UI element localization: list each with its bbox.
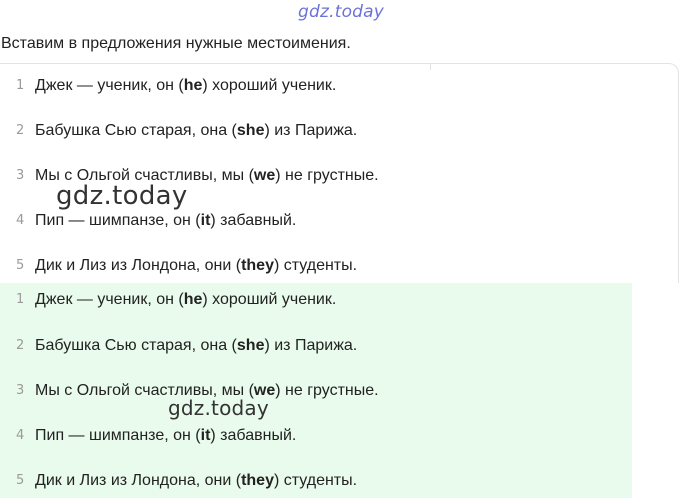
item-number: 4 [16, 428, 25, 443]
pronoun: they [241, 257, 274, 274]
watermark-large: gdz.today [56, 181, 188, 211]
item-number: 5 [16, 473, 25, 488]
item-text: Бабушка Сью старая, она (she) из Парижа. [35, 337, 358, 354]
item-number: 4 [16, 213, 25, 228]
item-text: Джек — ученик, он (he) хороший ученик. [35, 291, 337, 308]
pronoun: he [183, 291, 203, 308]
pronoun: they [241, 472, 274, 489]
item-text: Пип — шимпанзе, он (it) забавный. [35, 212, 297, 229]
item-number: 2 [16, 123, 25, 138]
pronoun: it [200, 427, 211, 444]
card-divider-tick [430, 64, 431, 70]
item-text: Дик и Лиз из Лондона, они (they) студент… [35, 472, 358, 489]
pronoun: we [253, 167, 276, 184]
item-text: Джек — ученик, он (he) хороший ученик. [35, 77, 337, 94]
watermark-medium: gdz.today [168, 396, 269, 420]
item-number: 2 [16, 338, 25, 353]
item-number: 1 [16, 78, 25, 93]
item-text: Дик и Лиз из Лондона, они (they) студент… [35, 257, 358, 274]
item-number: 3 [16, 383, 25, 398]
item-text: Бабушка Сью старая, она (she) из Парижа. [35, 122, 358, 139]
pronoun: she [236, 122, 265, 139]
item-number: 5 [16, 258, 25, 273]
pronoun: she [236, 337, 265, 354]
instruction-text: Вставим в предложения нужные местоимения… [1, 35, 351, 52]
top-watermark: gdz.today [298, 2, 385, 22]
item-number: 1 [16, 292, 25, 307]
pronoun: it [200, 212, 211, 229]
item-text: Пип — шимпанзе, он (it) забавный. [35, 427, 297, 444]
pronoun: he [183, 77, 203, 94]
item-number: 3 [16, 168, 25, 183]
